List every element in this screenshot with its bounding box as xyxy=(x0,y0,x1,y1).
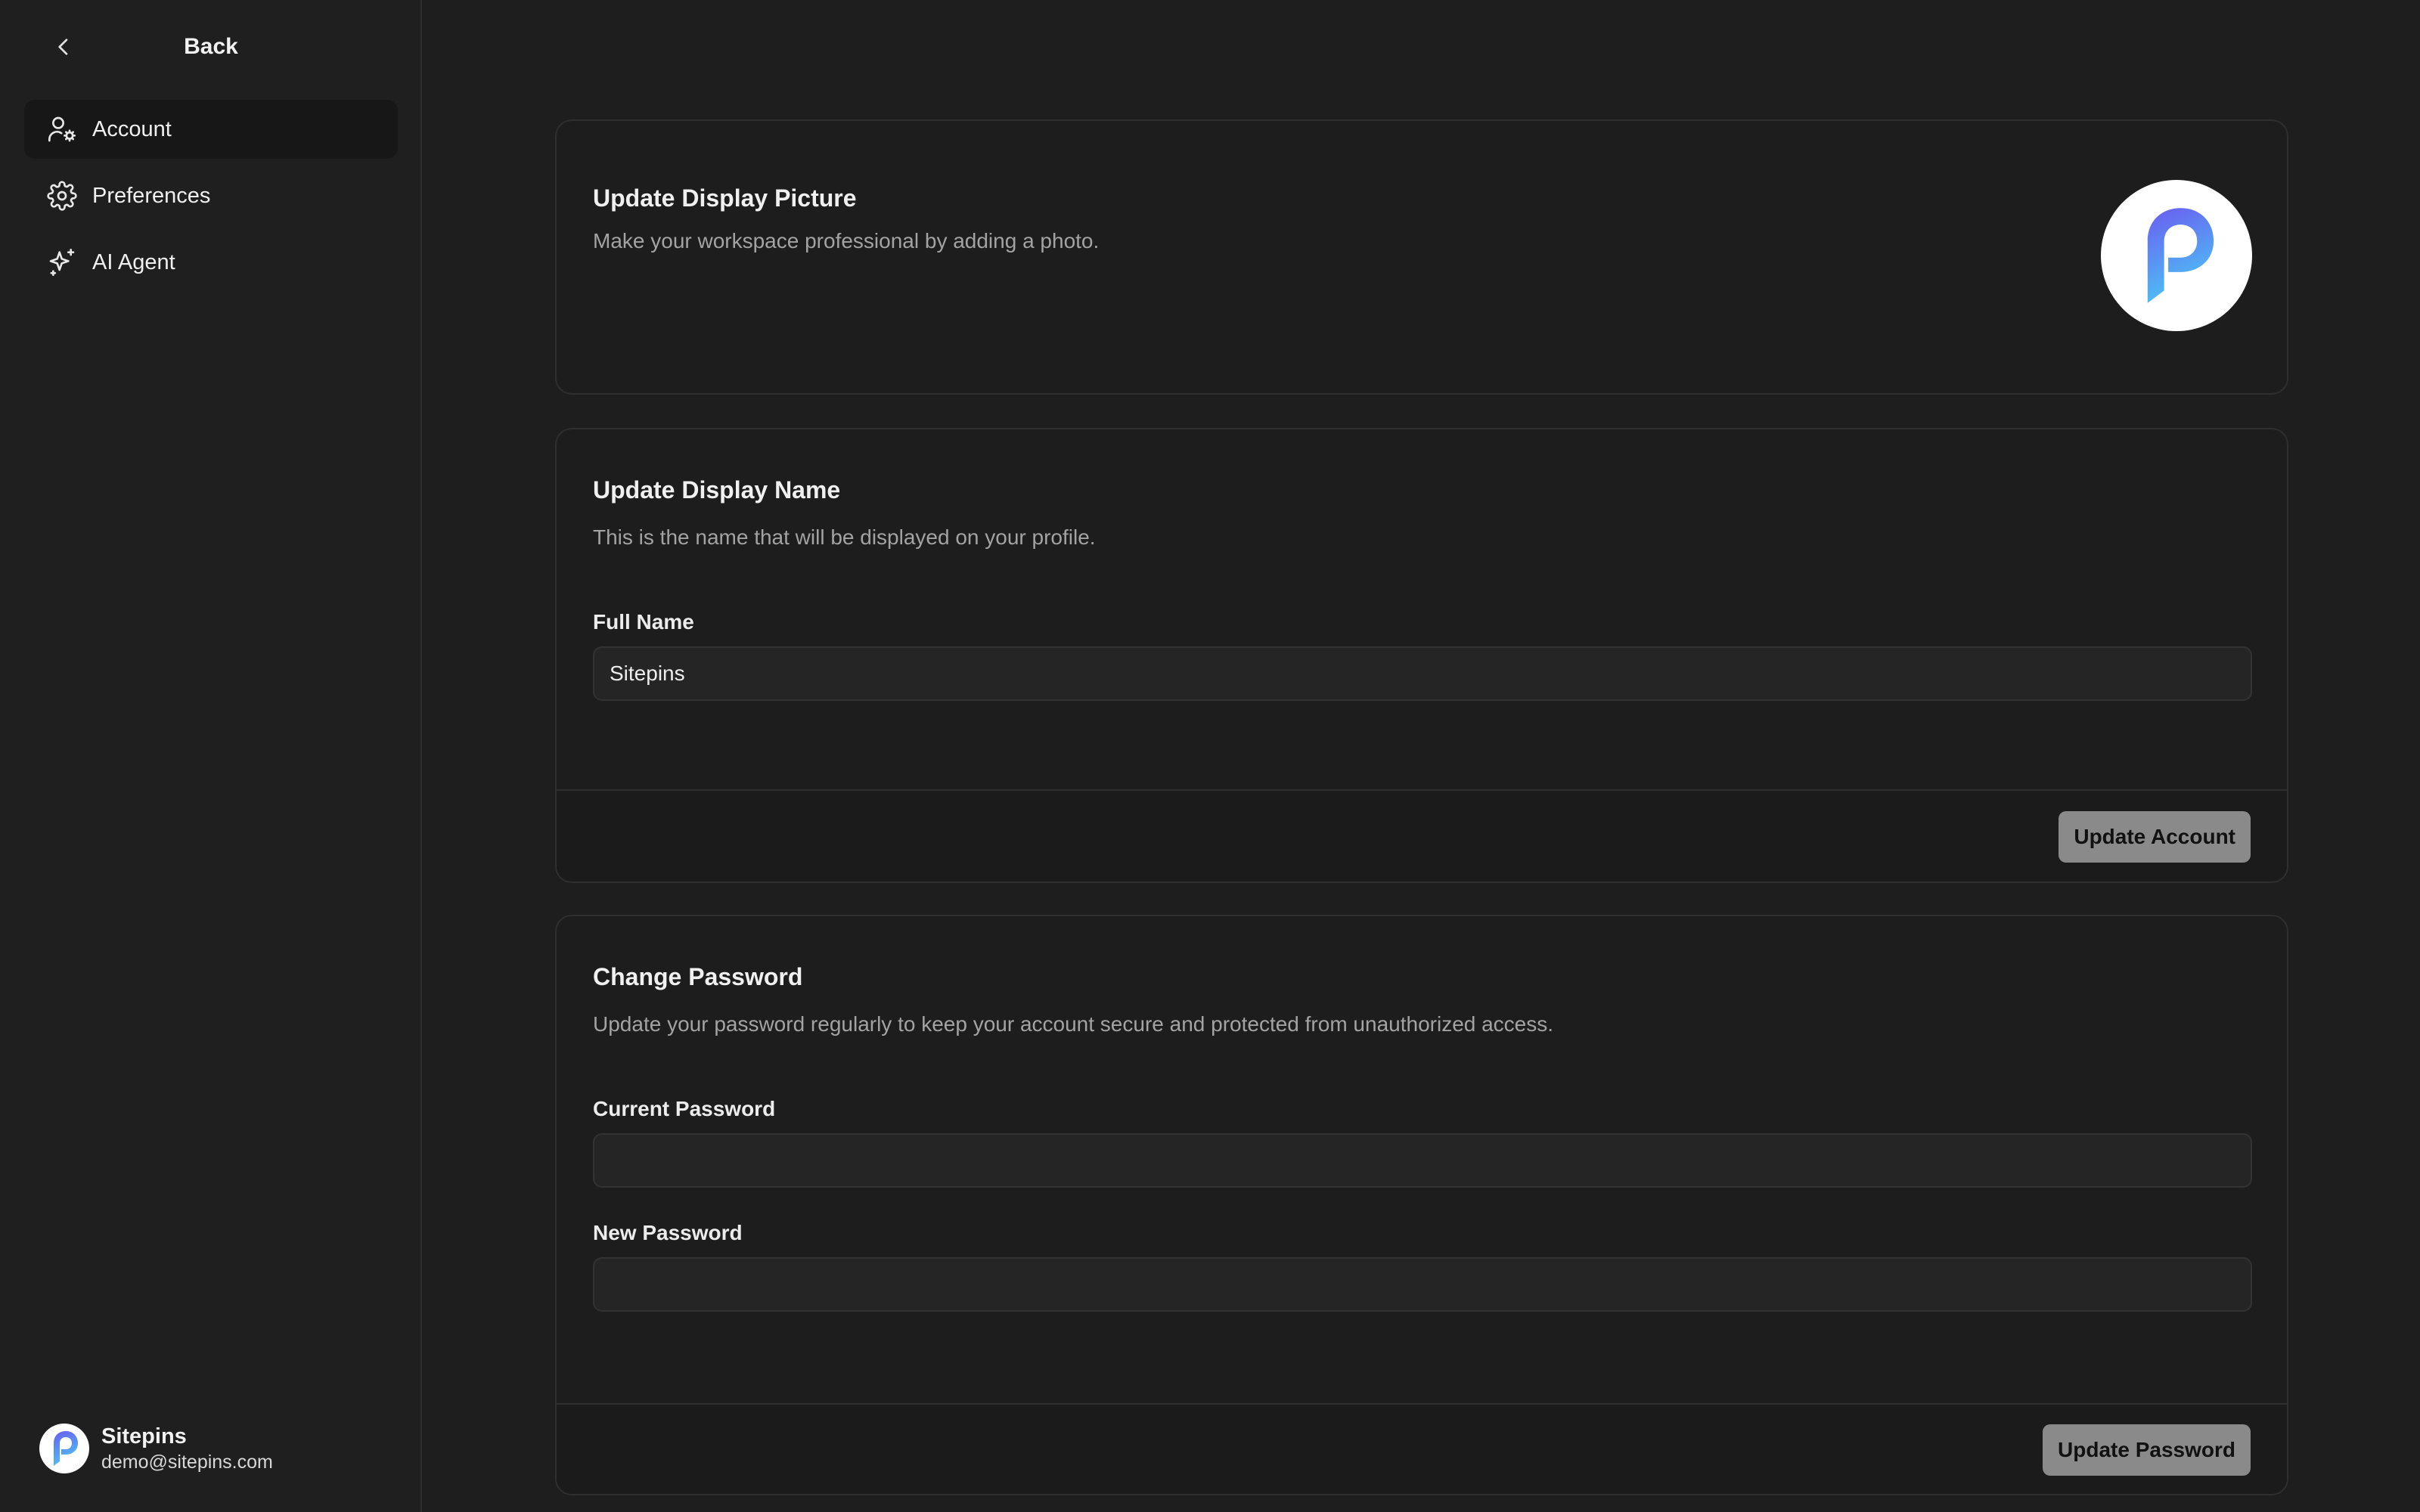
card-footer: Update Account xyxy=(557,789,2287,881)
sidebar-item-ai-agent[interactable]: AI Agent xyxy=(24,233,398,292)
display-picture-card: Update Display Picture Make your workspa… xyxy=(555,119,2288,395)
user-profile[interactable]: Sitepins demo@sitepins.com xyxy=(39,1423,273,1474)
user-gear-icon xyxy=(48,116,76,142)
sitepins-logo-icon xyxy=(2147,208,2214,303)
sitepins-logo-icon xyxy=(54,1431,78,1466)
card-footer: Update Password xyxy=(557,1403,2287,1494)
display-picture-avatar[interactable] xyxy=(2101,180,2252,331)
change-password-card: Change Password Update your password reg… xyxy=(555,915,2288,1495)
card-description: This is the name that will be displayed … xyxy=(593,525,1096,549)
sidebar-item-preferences[interactable]: Preferences xyxy=(24,166,398,225)
card-description: Make your workspace professional by addi… xyxy=(593,229,1100,253)
current-password-label: Current Password xyxy=(593,1097,776,1120)
full-name-input[interactable] xyxy=(593,646,2252,701)
back-button[interactable]: Back xyxy=(24,24,398,70)
full-name-label: Full Name xyxy=(593,610,694,634)
display-name-card: Update Display Name This is the name tha… xyxy=(555,428,2288,883)
main-content: Update Display Picture Make your workspa… xyxy=(422,0,2420,1512)
card-description: Update your password regularly to keep y… xyxy=(593,1012,1554,1036)
settings-nav: Account Preferences AI Agent xyxy=(24,100,398,299)
new-password-label: New Password xyxy=(593,1221,743,1244)
user-name: Sitepins xyxy=(101,1424,187,1448)
card-title: Update Display Name xyxy=(593,476,841,503)
settings-app: Back Account Preferences AI Agent Sitepi… xyxy=(0,0,2420,1512)
sidebar: Back Account Preferences AI Agent Sitepi… xyxy=(0,0,422,1512)
update-account-button[interactable]: Update Account xyxy=(2059,811,2251,863)
sparkles-icon xyxy=(49,249,75,276)
user-email: demo@sitepins.com xyxy=(101,1452,273,1473)
avatar xyxy=(39,1424,89,1473)
sidebar-item-label: Preferences xyxy=(92,183,211,208)
current-password-input[interactable] xyxy=(593,1133,2252,1188)
sidebar-item-label: AI Agent xyxy=(92,249,175,274)
card-title: Change Password xyxy=(593,963,803,990)
card-title: Update Display Picture xyxy=(593,184,857,212)
back-label: Back xyxy=(184,34,238,59)
sidebar-item-account[interactable]: Account xyxy=(24,100,398,159)
update-password-button[interactable]: Update Password xyxy=(2043,1424,2251,1476)
sidebar-item-label: Account xyxy=(92,116,172,141)
new-password-input[interactable] xyxy=(593,1257,2252,1312)
gear-icon xyxy=(47,181,77,211)
